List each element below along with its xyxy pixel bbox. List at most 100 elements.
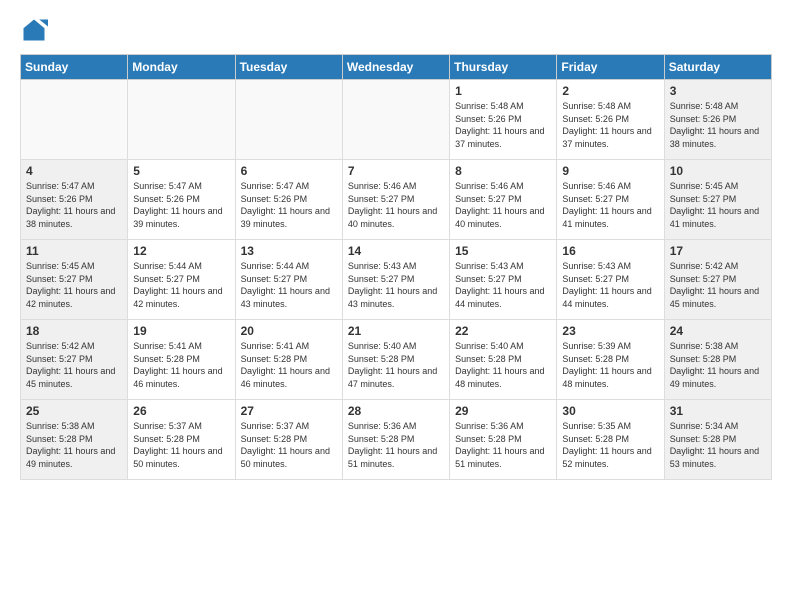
calendar-cell: 26Sunrise: 5:37 AMSunset: 5:28 PMDayligh… [128,400,235,480]
day-info: Sunrise: 5:46 AMSunset: 5:27 PMDaylight:… [455,180,551,230]
calendar-cell: 1 Sunrise: 5:48 AMSunset: 5:26 PMDaylight… [450,80,557,160]
calendar-cell: 21 Sunrise: 5:40 AMSunset: 5:28 PMDayligh… [342,320,449,400]
calendar-cell: 3 Sunrise: 5:48 AMSunset: 5:26 PMDaylight… [664,80,771,160]
day-info: Sunrise: 5:41 AMSunset: 5:28 PMDaylight:… [241,340,337,390]
calendar-cell: 23 Sunrise: 5:39 AMSunset: 5:28 PMDayligh… [557,320,664,400]
calendar-cell: 25 Sunrise: 5:38 AMSunset: 5:28 PMDayligh… [21,400,128,480]
calendar-cell: 31Sunrise: 5:34 AMSunset: 5:28 PMDayligh… [664,400,771,480]
day-number: 11 [26,244,122,258]
calendar-cell: 27Sunrise: 5:37 AMSunset: 5:28 PMDayligh… [235,400,342,480]
weekday-header-wednesday: Wednesday [342,55,449,80]
week-row-1: 1 Sunrise: 5:48 AMSunset: 5:26 PMDaylight… [21,80,772,160]
calendar-cell: 11 Sunrise: 5:45 AMSunset: 5:27 PMDayligh… [21,240,128,320]
day-number: 19 [133,324,229,338]
day-number: 9 [562,164,658,178]
weekday-header-saturday: Saturday [664,55,771,80]
day-info: Sunrise: 5:42 AMSunset: 5:27 PMDaylight:… [670,260,766,310]
calendar-cell: 12 Sunrise: 5:44 AMSunset: 5:27 PMDayligh… [128,240,235,320]
day-info: Sunrise: 5:47 AMSunset: 5:26 PMDaylight:… [26,180,122,230]
day-number: 4 [26,164,122,178]
day-info: Sunrise: 5:45 AMSunset: 5:27 PMDaylight:… [26,260,122,310]
weekday-header-sunday: Sunday [21,55,128,80]
day-info: Sunrise: 5:47 AMSunset: 5:26 PMDaylight:… [133,180,229,230]
day-info: Sunrise: 5:44 AMSunset: 5:27 PMDaylight:… [241,260,337,310]
calendar-cell: 28Sunrise: 5:36 AMSunset: 5:28 PMDayligh… [342,400,449,480]
day-info: Sunrise: 5:38 AMSunset: 5:28 PMDaylight:… [670,340,766,390]
day-number: 22 [455,324,551,338]
weekday-header-thursday: Thursday [450,55,557,80]
day-number: 24 [670,324,766,338]
day-info: Sunrise: 5:43 AMSunset: 5:27 PMDaylight:… [348,260,444,310]
weekday-header-row: SundayMondayTuesdayWednesdayThursdayFrid… [21,55,772,80]
day-number: 29 [455,404,551,418]
day-info: Sunrise: 5:45 AMSunset: 5:27 PMDaylight:… [670,180,766,230]
day-info: Sunrise: 5:41 AMSunset: 5:28 PMDaylight:… [133,340,229,390]
calendar-cell [128,80,235,160]
logo-icon [20,16,48,44]
weekday-header-tuesday: Tuesday [235,55,342,80]
day-info: Sunrise: 5:48 AMSunset: 5:26 PMDaylight:… [670,100,766,150]
calendar-cell: 19 Sunrise: 5:41 AMSunset: 5:28 PMDayligh… [128,320,235,400]
page: SundayMondayTuesdayWednesdayThursdayFrid… [0,0,792,490]
calendar-cell: 20 Sunrise: 5:41 AMSunset: 5:28 PMDayligh… [235,320,342,400]
day-number: 27 [241,404,337,418]
day-number: 26 [133,404,229,418]
day-info: Sunrise: 5:34 AMSunset: 5:28 PMDaylight:… [670,420,766,470]
day-number: 23 [562,324,658,338]
calendar-cell [21,80,128,160]
calendar-cell [342,80,449,160]
week-row-4: 18 Sunrise: 5:42 AMSunset: 5:27 PMDayligh… [21,320,772,400]
calendar-cell: 15 Sunrise: 5:43 AMSunset: 5:27 PMDayligh… [450,240,557,320]
week-row-3: 11 Sunrise: 5:45 AMSunset: 5:27 PMDayligh… [21,240,772,320]
day-number: 10 [670,164,766,178]
day-info: Sunrise: 5:44 AMSunset: 5:27 PMDaylight:… [133,260,229,310]
weekday-header-monday: Monday [128,55,235,80]
day-info: Sunrise: 5:40 AMSunset: 5:28 PMDaylight:… [348,340,444,390]
day-number: 16 [562,244,658,258]
day-number: 5 [133,164,229,178]
day-number: 12 [133,244,229,258]
day-number: 3 [670,84,766,98]
calendar-cell: 18 Sunrise: 5:42 AMSunset: 5:27 PMDayligh… [21,320,128,400]
day-number: 6 [241,164,337,178]
day-info: Sunrise: 5:35 AMSunset: 5:28 PMDaylight:… [562,420,658,470]
day-info: Sunrise: 5:48 AMSunset: 5:26 PMDaylight:… [455,100,551,150]
weekday-header-friday: Friday [557,55,664,80]
calendar-cell: 7 Sunrise: 5:46 AMSunset: 5:27 PMDaylight… [342,160,449,240]
calendar-cell: 8Sunrise: 5:46 AMSunset: 5:27 PMDaylight… [450,160,557,240]
day-number: 21 [348,324,444,338]
day-info: Sunrise: 5:40 AMSunset: 5:28 PMDaylight:… [455,340,551,390]
day-info: Sunrise: 5:43 AMSunset: 5:27 PMDaylight:… [562,260,658,310]
day-info: Sunrise: 5:38 AMSunset: 5:28 PMDaylight:… [26,420,122,470]
calendar-cell: 22 Sunrise: 5:40 AMSunset: 5:28 PMDayligh… [450,320,557,400]
day-info: Sunrise: 5:43 AMSunset: 5:27 PMDaylight:… [455,260,551,310]
day-info: Sunrise: 5:46 AMSunset: 5:27 PMDaylight:… [562,180,658,230]
day-info: Sunrise: 5:42 AMSunset: 5:27 PMDaylight:… [26,340,122,390]
day-number: 1 [455,84,551,98]
day-number: 18 [26,324,122,338]
logo [20,16,52,44]
day-info: Sunrise: 5:47 AMSunset: 5:26 PMDaylight:… [241,180,337,230]
calendar-cell: 16 Sunrise: 5:43 AMSunset: 5:27 PMDayligh… [557,240,664,320]
day-info: Sunrise: 5:46 AMSunset: 5:27 PMDaylight:… [348,180,444,230]
calendar-cell: 17Sunrise: 5:42 AMSunset: 5:27 PMDayligh… [664,240,771,320]
day-info: Sunrise: 5:36 AMSunset: 5:28 PMDaylight:… [348,420,444,470]
day-info: Sunrise: 5:39 AMSunset: 5:28 PMDaylight:… [562,340,658,390]
calendar-cell: 6 Sunrise: 5:47 AMSunset: 5:26 PMDaylight… [235,160,342,240]
header [20,16,772,44]
calendar-cell: 29Sunrise: 5:36 AMSunset: 5:28 PMDayligh… [450,400,557,480]
calendar-cell: 9 Sunrise: 5:46 AMSunset: 5:27 PMDaylight… [557,160,664,240]
day-number: 7 [348,164,444,178]
day-number: 14 [348,244,444,258]
day-number: 25 [26,404,122,418]
day-number: 30 [562,404,658,418]
week-row-5: 25 Sunrise: 5:38 AMSunset: 5:28 PMDayligh… [21,400,772,480]
calendar-cell [235,80,342,160]
calendar-cell: 24 Sunrise: 5:38 AMSunset: 5:28 PMDayligh… [664,320,771,400]
calendar-cell: 5 Sunrise: 5:47 AMSunset: 5:26 PMDaylight… [128,160,235,240]
day-number: 2 [562,84,658,98]
day-number: 15 [455,244,551,258]
day-number: 20 [241,324,337,338]
calendar-cell: 2Sunrise: 5:48 AMSunset: 5:26 PMDaylight… [557,80,664,160]
calendar-table: SundayMondayTuesdayWednesdayThursdayFrid… [20,54,772,480]
